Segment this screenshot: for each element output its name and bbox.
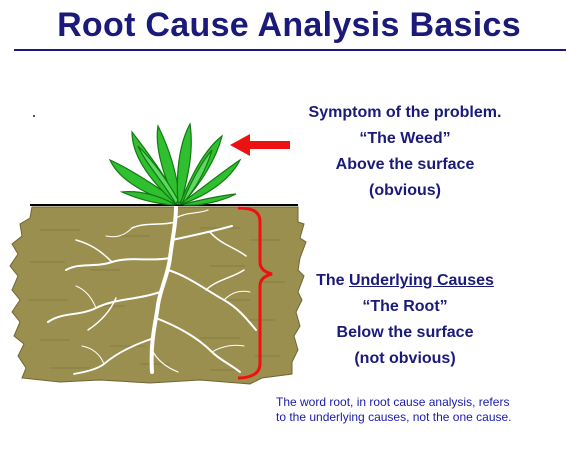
footnote-line-2: to the underlying causes, not the one ca… (276, 410, 512, 424)
symptom-text: Symptom of the problem. “The Weed” Above… (270, 100, 540, 204)
symptom-line-2: “The Weed” (359, 130, 451, 147)
symptom-line-4: (obvious) (369, 182, 441, 199)
causes-line-2: “The Root” (362, 298, 448, 315)
causes-line-3: Below the surface (336, 324, 474, 341)
causes-line-4: (not obvious) (354, 350, 456, 367)
causes-line-1-underlined: Underlying Causes (348, 272, 494, 289)
footnote: The word root, in root cause analysis, r… (276, 395, 566, 425)
symptom-line-1: Symptom of the problem. (308, 104, 502, 121)
causes-line-1: The Underlying Causes (270, 268, 540, 294)
soil-with-roots-icon (9, 205, 307, 385)
causes-text: The Underlying Causes “The Root” Below t… (270, 268, 540, 372)
footnote-line-1: The word root, in root cause analysis, r… (276, 395, 510, 409)
symptom-line-3: Above the surface (335, 156, 475, 173)
weed-plant-icon (108, 122, 242, 206)
root-diagram (9, 122, 307, 385)
causes-line-1-prefix: The (316, 272, 349, 289)
